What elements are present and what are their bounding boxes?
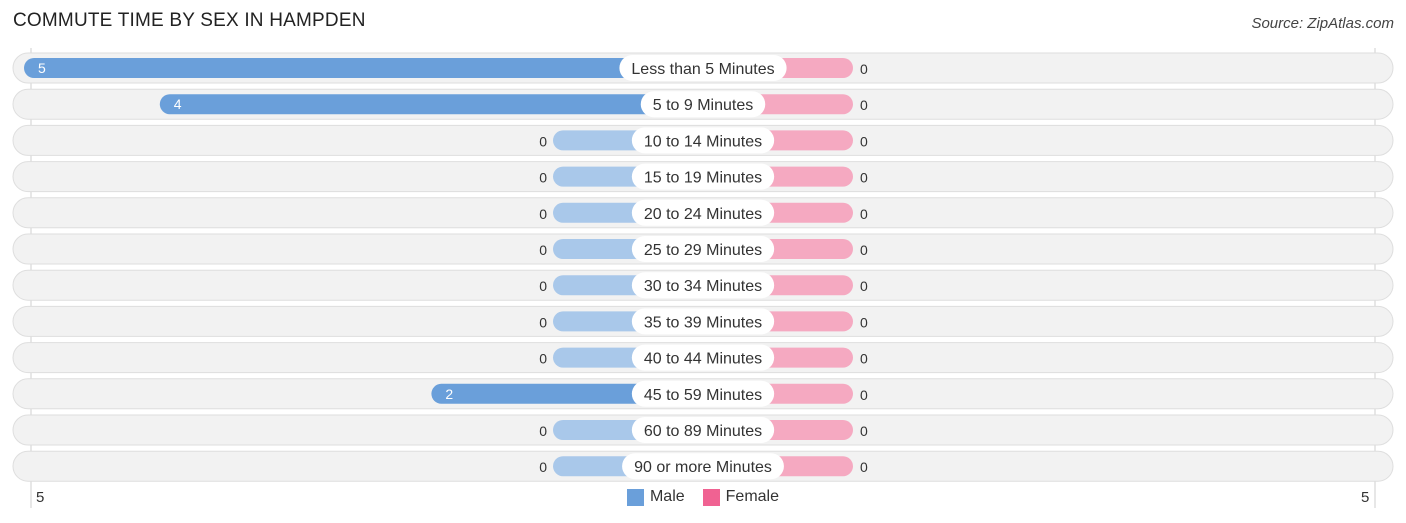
female-value-label: 0 — [860, 278, 868, 294]
male-value-label: 0 — [539, 459, 547, 475]
chart-canvas: 5 0 Less than 5 Minutes 4 0 5 to 9 Minutes 0 0 1… — [12, 48, 1394, 508]
category-label: 40 to 44 Minutes — [644, 351, 762, 368]
legend-label-male: Male — [649, 488, 685, 505]
female-value-label: 0 — [860, 242, 868, 258]
category-label: 45 to 59 Minutes — [644, 387, 762, 404]
female-value-label: 0 — [860, 170, 868, 186]
female-value-label: 0 — [860, 351, 868, 367]
category-label: 30 to 34 Minutes — [644, 278, 762, 295]
female-value-label: 0 — [860, 314, 868, 330]
male-value-label: 0 — [539, 278, 547, 294]
category-label: 35 to 39 Minutes — [644, 314, 762, 331]
male-value-label: 0 — [539, 351, 547, 367]
male-value-label: 5 — [38, 60, 46, 76]
legend-item-male[interactable]: Male — [626, 488, 685, 506]
female-value-label: 0 — [860, 387, 868, 403]
male-value-label: 4 — [174, 96, 182, 112]
male-value-label: 0 — [539, 133, 547, 149]
female-value-label: 0 — [860, 97, 868, 113]
legend: Male Female — [0, 488, 1406, 506]
female-value-label: 0 — [860, 459, 868, 475]
category-label: 5 to 9 Minutes — [653, 97, 754, 114]
female-value-label: 0 — [860, 61, 868, 77]
category-label: Less than 5 Minutes — [631, 61, 774, 78]
category-label: 25 to 29 Minutes — [644, 242, 762, 259]
legend-swatch-male — [626, 488, 644, 506]
male-value-label: 0 — [539, 423, 547, 439]
legend-item-female[interactable]: Female — [702, 488, 780, 506]
male-value-label: 0 — [539, 170, 547, 186]
category-label: 15 to 19 Minutes — [644, 170, 762, 187]
female-value-label: 0 — [860, 206, 868, 222]
category-label: 60 to 89 Minutes — [644, 423, 762, 440]
category-label: 10 to 14 Minutes — [644, 133, 762, 150]
legend-swatch-female — [702, 488, 720, 506]
female-value-label: 0 — [860, 423, 868, 439]
legend-label-female: Female — [725, 488, 780, 505]
male-bar — [24, 58, 703, 78]
category-label: 90 or more Minutes — [634, 459, 772, 476]
female-value-label: 0 — [860, 133, 868, 149]
category-label: 20 to 24 Minutes — [644, 206, 762, 223]
male-value-label: 0 — [539, 206, 547, 222]
male-value-label: 2 — [445, 386, 453, 402]
male-value-label: 0 — [539, 242, 547, 258]
male-value-label: 0 — [539, 314, 547, 330]
male-bar — [159, 94, 704, 115]
